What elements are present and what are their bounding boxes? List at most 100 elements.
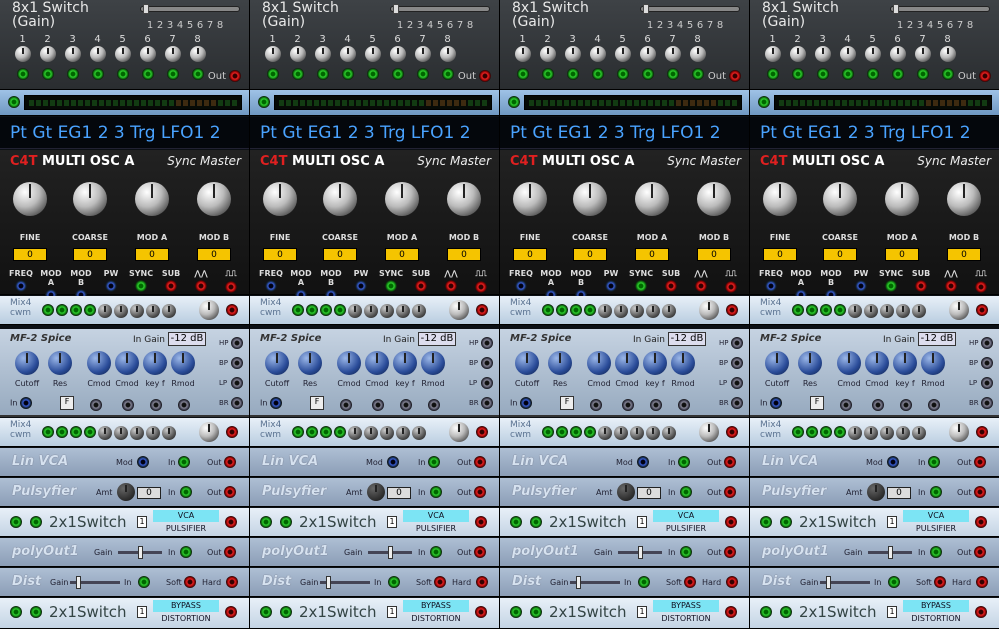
in1-jack[interactable] [10,606,22,618]
mix-level-knob[interactable] [364,426,378,440]
mod-jack[interactable] [695,280,707,292]
option-distortion[interactable]: DISTORTION [153,613,219,625]
mix-level-knob[interactable] [130,304,144,318]
in-gain-select[interactable]: -12 dB [418,332,456,346]
gain-knob[interactable] [189,46,206,62]
knob-value[interactable]: 0 [823,248,857,261]
mod-jack[interactable] [265,280,277,292]
channel-in-jack[interactable] [866,68,879,80]
mod-jack[interactable] [475,281,487,293]
out-jack[interactable] [474,456,486,468]
out-jack[interactable] [724,456,736,468]
mix-level-knob[interactable] [662,426,676,440]
mix-level-knob[interactable] [864,426,878,440]
knob-value[interactable]: 0 [885,248,919,261]
output-jack[interactable] [731,337,743,349]
mf2-in-jack[interactable] [269,397,282,409]
channel-in-jack[interactable] [566,68,579,80]
out-jack[interactable] [975,606,987,618]
out-jack[interactable] [729,70,741,82]
mix-in-jack[interactable] [334,304,346,316]
mod-jack[interactable] [635,280,647,292]
mix4-out-jack[interactable] [976,304,988,316]
switch-selector[interactable]: 1 [637,516,647,528]
knob-value[interactable]: 0 [697,248,731,261]
mix-in-jack[interactable] [306,304,318,316]
mix-in-jack[interactable] [570,426,582,438]
output-jack[interactable] [481,377,493,389]
mod-jack[interactable] [195,280,207,292]
output-jack[interactable] [731,377,743,389]
mix-in-jack[interactable] [806,426,818,438]
mod-in-jack[interactable] [400,399,412,411]
option-vca[interactable]: VCA [153,510,219,522]
knob[interactable] [421,351,445,375]
mod-jack[interactable] [515,280,527,292]
knob[interactable] [635,182,669,216]
knob[interactable] [515,351,539,375]
in-jack[interactable] [680,546,692,558]
mod-jack[interactable] [165,280,177,292]
knob[interactable] [548,351,572,375]
in2-jack[interactable] [280,606,292,618]
knob[interactable] [365,351,389,375]
in2-jack[interactable] [530,606,542,618]
knob[interactable] [837,351,861,375]
gain-knob[interactable] [39,46,56,62]
mix4-out-jack[interactable] [476,426,488,438]
knob[interactable] [87,351,111,375]
mix-in-jack[interactable] [820,426,832,438]
in-jack[interactable] [678,456,690,468]
in-jack[interactable] [930,546,942,558]
output-jack[interactable] [981,397,993,409]
gain-knob[interactable] [814,46,831,62]
mod-jack[interactable] [137,456,149,468]
mod-jack[interactable] [385,280,397,292]
knob-value[interactable]: 0 [573,248,607,261]
mix4-level-knob[interactable] [949,422,969,442]
mix4-out-jack[interactable] [226,304,238,316]
gain-knob[interactable] [314,46,331,62]
meter-in-jack[interactable] [258,96,270,108]
gain-knob[interactable] [914,46,931,62]
mf2-in-jack[interactable] [19,397,32,409]
gain-knob[interactable] [64,46,81,62]
mix-in-jack[interactable] [56,304,68,316]
gain-fader[interactable] [570,576,620,589]
gain-knob[interactable] [89,46,106,62]
in1-jack[interactable] [260,606,272,618]
channel-in-jack[interactable] [666,68,679,80]
mode-select-button[interactable]: F [560,396,574,410]
mix-in-jack[interactable] [792,426,804,438]
channel-select-slider[interactable] [640,4,740,14]
out-jack[interactable] [725,606,737,618]
out-jack[interactable] [724,546,736,558]
output-jack[interactable] [231,397,243,409]
gain-knob[interactable] [414,46,431,62]
knob[interactable] [765,351,789,375]
switch-selector[interactable]: 1 [637,606,647,618]
amt-knob[interactable] [617,483,635,501]
mix-level-knob[interactable] [162,426,176,440]
gain-knob[interactable] [439,46,456,62]
in2-jack[interactable] [780,606,792,618]
in1-jack[interactable] [760,516,772,528]
mix-level-knob[interactable] [630,304,644,318]
knob[interactable] [135,182,169,216]
gain-knob[interactable] [139,46,156,62]
knob[interactable] [885,182,919,216]
in-jack[interactable] [888,576,900,588]
gain-knob[interactable] [589,46,606,62]
in-gain-select[interactable]: -12 dB [668,332,706,346]
mod-jack[interactable] [15,280,27,292]
in2-jack[interactable] [780,516,792,528]
knob[interactable] [115,351,139,375]
switch-selector[interactable]: 1 [137,606,147,618]
mf2-in-jack[interactable] [769,397,782,409]
knob[interactable] [587,351,611,375]
channel-in-jack[interactable] [441,68,454,80]
out-jack[interactable] [224,546,236,558]
mod-in-jack[interactable] [590,399,602,411]
mix-level-knob[interactable] [396,426,410,440]
mix-in-jack[interactable] [84,426,96,438]
